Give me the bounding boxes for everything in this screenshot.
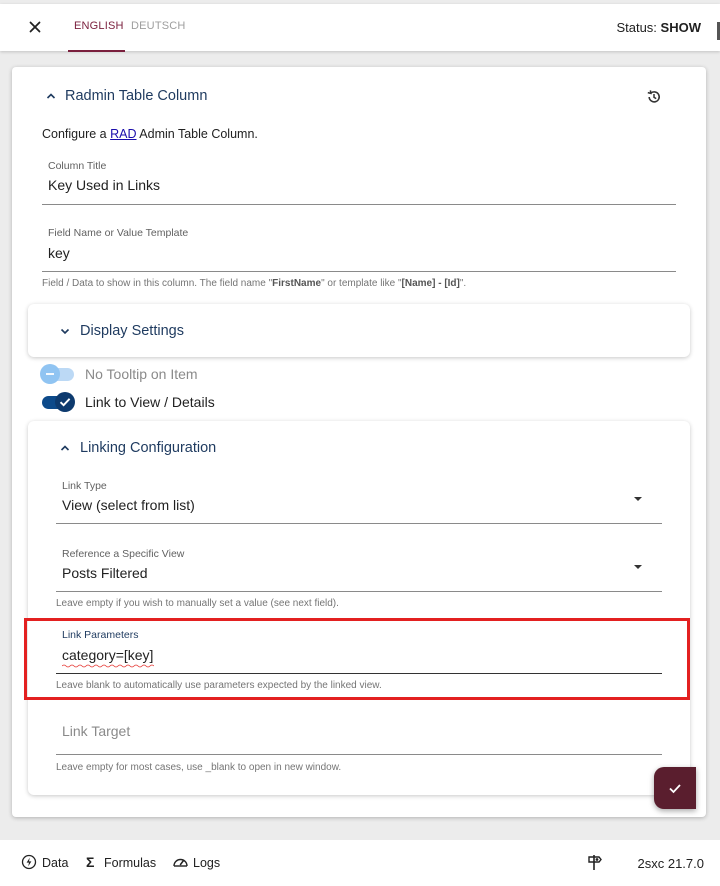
footer-data-button[interactable]: Data <box>42 856 68 870</box>
column-title-input[interactable]: Key Used in Links <box>48 177 160 193</box>
chevron-up-icon[interactable] <box>60 443 70 453</box>
footer-bar: Data Σ Formulas Logs 2sxc 21.7.0 <box>0 840 720 886</box>
field-name-underline <box>42 271 676 272</box>
status-label: Status: <box>616 20 657 35</box>
toggle-knob-off <box>40 364 60 384</box>
column-title-underline <box>42 204 676 205</box>
specific-view-label: Reference a Specific View <box>62 548 185 560</box>
field-name-hint: Field / Data to show in this column. The… <box>42 278 467 289</box>
display-settings-title[interactable]: Display Settings <box>80 323 184 339</box>
link-target-hint: Leave empty for most cases, use _blank t… <box>56 762 342 773</box>
rad-link[interactable]: RAD <box>110 127 136 141</box>
status-indicator[interactable]: Status: SHOW <box>616 20 701 35</box>
link-type-label: Link Type <box>62 480 107 492</box>
chevron-down-icon[interactable] <box>60 326 70 336</box>
tab-english[interactable]: ENGLISH <box>74 20 124 32</box>
bolt-icon <box>21 854 37 870</box>
active-tab-indicator <box>68 50 125 52</box>
speedometer-icon <box>173 858 188 867</box>
status-value: SHOW <box>660 20 701 35</box>
footer-formulas-button[interactable]: Formulas <box>104 856 156 870</box>
top-bar: ENGLISH DEUTSCH Status: SHOW <box>0 4 720 52</box>
highlight-box <box>24 618 690 700</box>
history-icon[interactable] <box>646 89 662 105</box>
section-title[interactable]: Radmin Table Column <box>65 88 207 104</box>
link-type-select[interactable]: View (select from list) <box>62 497 195 513</box>
dropdown-arrow-icon[interactable] <box>634 497 642 501</box>
specific-view-hint: Leave empty if you wish to manually set … <box>56 598 339 609</box>
save-button[interactable] <box>654 767 696 809</box>
link-target-input[interactable]: Link Target <box>62 723 130 739</box>
signpost-icon[interactable] <box>588 854 602 871</box>
specific-view-underline <box>56 591 662 592</box>
chevron-up-icon[interactable] <box>46 91 56 101</box>
link-target-underline <box>56 754 662 755</box>
field-name-label: Field Name or Value Template <box>48 227 189 239</box>
form-card: Radmin Table Column Configure a RAD Admi… <box>12 67 706 817</box>
tab-deutsch[interactable]: DEUTSCH <box>131 20 186 32</box>
toggle-knob-on <box>55 392 75 412</box>
column-title-label: Column Title <box>48 160 107 172</box>
no-tooltip-label: No Tooltip on Item <box>85 366 198 382</box>
check-icon <box>669 784 681 794</box>
intro-text: Configure a RAD Admin Table Column. <box>42 127 258 141</box>
field-name-input[interactable]: key <box>48 245 70 261</box>
check-icon <box>59 398 71 407</box>
link-type-underline <box>56 523 662 524</box>
close-icon[interactable] <box>26 18 44 36</box>
sigma-icon: Σ <box>86 854 95 870</box>
linking-configuration-panel: Linking Configuration Link Type View (se… <box>28 421 690 795</box>
dropdown-arrow-icon[interactable] <box>634 565 642 569</box>
display-settings-panel[interactable]: Display Settings <box>28 304 690 357</box>
linking-configuration-title[interactable]: Linking Configuration <box>80 440 216 456</box>
link-to-view-label: Link to View / Details <box>85 394 215 410</box>
specific-view-select[interactable]: Posts Filtered <box>62 565 148 581</box>
footer-logs-button[interactable]: Logs <box>193 856 220 870</box>
minus-icon <box>46 373 54 375</box>
version-label: 2sxc 21.7.0 <box>637 856 705 871</box>
